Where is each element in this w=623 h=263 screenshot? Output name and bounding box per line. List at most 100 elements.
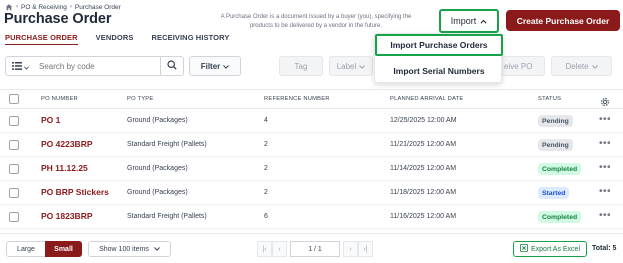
reference-number-cell: 2 [264,165,268,172]
more-actions-icon[interactable]: ••• [599,114,611,125]
chevron-down-icon [359,62,366,71]
column-header-po-number[interactable]: PO NUMBER [41,96,78,102]
planned-arrival-date-cell: 11/14/2025 12:00 AM [390,165,457,172]
more-actions-icon[interactable]: ••• [599,210,611,221]
chevron-up-icon [480,16,487,26]
status-badge: Pending [538,139,573,151]
import-label: Import [450,16,477,26]
more-actions-icon[interactable]: ••• [599,186,611,197]
excel-icon [519,244,528,254]
receive-po-button[interactable]: eive PO [500,56,545,76]
size-small-button[interactable]: Small [45,241,82,257]
po-number-link[interactable]: PO BRP Stickers [41,187,109,197]
column-header-po-type[interactable]: PO TYPE [127,96,153,102]
next-page-icon[interactable]: › [343,241,358,257]
menu-item-import-purchase-orders[interactable]: Import Purchase Orders [375,34,503,56]
page-title: Purchase Order [4,11,112,27]
column-header-reference-number[interactable]: REFERENCE NUMBER [264,96,330,102]
export-excel-button[interactable]: Export As Excel [513,241,587,257]
po-type-cell: Ground (Packages) [127,165,188,172]
po-type-cell: Standard Freight (Pallets) [127,213,207,220]
column-header-planned-arrival-date[interactable]: PLANNED ARRIVAL DATE [390,96,463,102]
first-page-icon[interactable]: |‹ [257,241,272,257]
last-page-icon[interactable]: ›| [358,241,373,257]
table-row[interactable]: PO BRP Stickers Ground (Packages) 2 11/18/2… [0,182,623,205]
row-checkbox[interactable] [9,164,19,174]
import-button[interactable]: Import [439,9,499,33]
tab-purchase-order[interactable]: PURCHASE ORDER [5,33,78,45]
po-number-link[interactable]: PO 4223BRP [41,139,93,149]
reference-number-cell: 2 [264,189,268,196]
po-number-link[interactable]: PO 1823BRP [41,211,93,221]
row-checkbox[interactable] [9,140,19,150]
view-toggle[interactable] [5,56,35,76]
select-all-checkbox[interactable] [9,94,19,104]
label-button[interactable]: Label [329,56,373,76]
page-size-select[interactable]: Show 100 items [88,241,171,257]
pagination: |‹ ‹ 1 / 1 › ›| [257,241,373,257]
po-type-cell: Standard Freight (Pallets) [127,141,207,148]
tab-bar: PURCHASE ORDER VENDORS RECEIVING HISTORY [5,33,247,45]
status-badge: Completed [538,211,582,223]
status-badge: Pending [538,115,573,127]
column-header-status[interactable]: STATUS [538,96,561,102]
chevron-down-icon [591,62,598,71]
export-label: Export As Excel [530,245,581,253]
po-number-link[interactable]: PO 1 [41,115,60,125]
breadcrumb-item-purchase-order: Purchase Order [74,3,121,11]
table-row[interactable]: PH 11.12.25 Ground (Packages) 2 11/14/2025 … [0,158,623,181]
planned-arrival-date-cell: 11/18/2025 12:00 AM [390,189,457,196]
filter-button[interactable]: Filter [189,56,241,76]
breadcrumb-item-po-receiving[interactable]: PO & Receiving [21,4,67,11]
home-icon[interactable] [5,3,13,11]
help-text: A Purchase Order is a document issued by… [220,14,412,29]
chevron-down-icon [154,246,160,253]
label-label: Label [336,61,357,71]
import-dropdown-menu: Import Purchase Orders Import Serial Num… [374,33,503,83]
filter-label: Filter [200,61,221,71]
table-row[interactable]: PO 4223BRP Standard Freight (Pallets) 2 11/… [0,134,623,157]
tab-vendors[interactable]: VENDORS [96,33,134,45]
receive-po-label: eive PO [504,61,533,71]
reference-number-cell: 4 [264,117,268,124]
more-actions-icon[interactable]: ••• [599,138,611,149]
search-icon [167,57,177,75]
create-purchase-order-button[interactable]: Create Purchase Order [506,10,620,31]
reference-number-cell: 6 [264,213,268,220]
table-footer: Large Small Show 100 items |‹ ‹ 1 / 1 › … [0,233,623,263]
table-row[interactable]: PO 1823BRP Standard Freight (Pallets) 6 11/… [0,206,623,229]
po-number-link[interactable]: PH 11.12.25 [41,163,88,173]
total-count: Total: 5 [592,245,617,252]
row-checkbox[interactable] [9,212,19,222]
planned-arrival-date-cell: 12/25/2025 12:00 AM [390,117,457,124]
list-icon [11,57,22,75]
po-type-cell: Ground (Packages) [127,189,188,196]
status-badge: Started [538,187,570,199]
table-header: PO NUMBER PO TYPE REFERENCE NUMBER PLANN… [0,89,623,109]
page-size-label: Show 100 items [99,245,149,253]
search-button[interactable] [160,56,184,76]
row-checkbox[interactable] [9,188,19,198]
tag-label: Tag [294,61,308,71]
planned-arrival-date-cell: 11/16/2025 12:00 AM [390,213,457,220]
delete-label: Delete [565,61,589,71]
table-row[interactable]: PO 1 Ground (Packages) 4 12/25/2025 12:00 A… [0,110,623,133]
row-checkbox[interactable] [9,116,19,126]
page-indicator[interactable]: 1 / 1 [290,241,340,257]
status-badge: Completed [538,163,582,175]
tab-receiving-history[interactable]: RECEIVING HISTORY [151,33,229,45]
chevron-right-icon: › [69,4,72,10]
chevron-right-icon: › [16,4,18,10]
search-input[interactable] [34,56,161,76]
chevron-down-icon [23,57,29,75]
prev-page-icon[interactable]: ‹ [272,241,287,257]
chevron-down-icon [223,62,230,71]
menu-item-import-serial-numbers[interactable]: Import Serial Numbers [375,60,503,82]
delete-button[interactable]: Delete [551,56,612,76]
po-type-cell: Ground (Packages) [127,117,188,124]
size-large-button[interactable]: Large [6,241,46,257]
more-actions-icon[interactable]: ••• [599,162,611,173]
reference-number-cell: 2 [264,141,268,148]
tag-button[interactable]: Tag [279,56,323,76]
planned-arrival-date-cell: 11/21/2025 12:00 AM [390,141,457,148]
